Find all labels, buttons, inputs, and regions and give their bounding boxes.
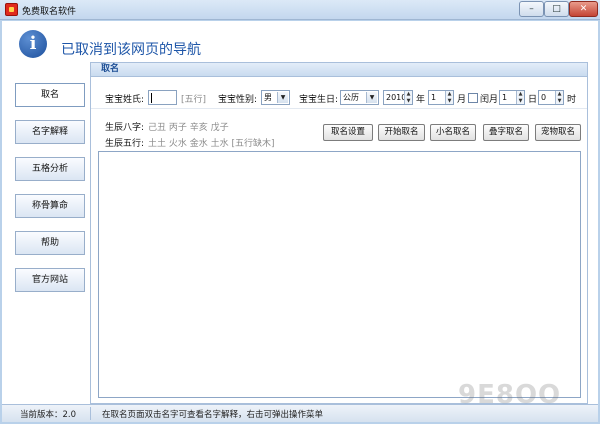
- hour-spinner[interactable]: 0 ▲ ▼: [538, 90, 564, 105]
- sidebar-item-naming[interactable]: 取名: [15, 83, 85, 107]
- wuxing-label: 生辰五行:: [105, 139, 145, 149]
- sidebar-item-five-grid-analysis[interactable]: 五格分析: [15, 157, 85, 181]
- month-spinner[interactable]: 1 ▲ ▼: [428, 90, 454, 105]
- input-row: 宝宝姓氏: [五行] 宝宝性别: 男 ▼ 宝宝生日: 公历 ▼ 2010 ▲ ▼ 年 1…: [91, 87, 587, 109]
- surname-input[interactable]: [148, 90, 177, 105]
- chevron-down-icon: ▼: [366, 92, 377, 103]
- spinner-arrows[interactable]: ▲ ▼: [445, 91, 453, 104]
- chevron-down-icon: ▼: [277, 92, 288, 103]
- calendar-select[interactable]: 公历 ▼: [340, 90, 379, 105]
- client-area: i 已取消到该网页的导航 取名 名字解释 五格分析 称骨算命 帮助 官方网站 取…: [2, 21, 598, 422]
- pet-naming-button[interactable]: 宠物取名: [535, 124, 581, 141]
- sidebar-item-bone-weight-fortune[interactable]: 称骨算命: [15, 194, 85, 218]
- title-bar: 免费取名软件 – □ ✕: [0, 0, 600, 20]
- start-naming-button[interactable]: 开始取名: [378, 124, 425, 141]
- sidebar-nav: 取名 名字解释 五格分析 称骨算命 帮助 官方网站: [15, 83, 85, 305]
- status-divider: [90, 407, 91, 420]
- month-unit: 月: [457, 95, 467, 105]
- wuxing-value: 土土 火水 金水 土水 [五行缺木]: [148, 139, 275, 149]
- day-spinner[interactable]: 1 ▲ ▼: [499, 90, 525, 105]
- day-unit: 日: [528, 95, 538, 105]
- status-hint: 在取名页面双击名字可查看名字解释，右击可弹出操作菜单: [102, 410, 324, 420]
- window-title: 免费取名软件: [22, 7, 77, 17]
- info-row: 生辰八字: 己丑 丙子 辛亥 戊子 生辰五行: 土土 火水 金水 土水 [五行缺…: [91, 117, 587, 151]
- bazi-value: 己丑 丙子 辛亥 戊子: [148, 123, 229, 133]
- banner-text: 已取消到该网页的导航: [61, 42, 201, 58]
- app-icon: [5, 3, 18, 16]
- gender-label: 宝宝性别:: [218, 95, 258, 105]
- info-icon: i: [19, 30, 47, 58]
- year-spinner[interactable]: 2010 ▲ ▼: [383, 90, 413, 105]
- minimize-button[interactable]: –: [519, 1, 544, 17]
- maximize-button[interactable]: □: [544, 1, 569, 17]
- spinner-arrows[interactable]: ▲ ▼: [516, 91, 524, 104]
- navigation-cancelled-banner: i 已取消到该网页的导航: [2, 21, 598, 59]
- gender-select[interactable]: 男 ▼: [261, 90, 290, 105]
- double-char-naming-button[interactable]: 叠字取名: [483, 124, 529, 141]
- leap-month-checkbox[interactable]: [468, 93, 478, 103]
- sidebar-item-name-explanation[interactable]: 名字解释: [15, 120, 85, 144]
- text-cursor: [151, 92, 152, 103]
- naming-settings-button[interactable]: 取名设置: [323, 124, 373, 141]
- naming-panel: 取名 宝宝姓氏: [五行] 宝宝性别: 男 ▼ 宝宝生日: 公历 ▼ 2010 ▲ ▼ …: [90, 62, 588, 404]
- version-label: 当前版本：2.0: [20, 410, 77, 420]
- leap-month-label: 闰月: [480, 95, 499, 105]
- birthday-label: 宝宝生日:: [299, 95, 339, 105]
- close-button[interactable]: ✕: [569, 1, 598, 17]
- panel-title: 取名: [91, 63, 587, 77]
- surname-label: 宝宝姓氏:: [105, 95, 145, 105]
- sidebar-item-help[interactable]: 帮助: [15, 231, 85, 255]
- spinner-arrows[interactable]: ▲ ▼: [404, 91, 412, 104]
- nickname-naming-button[interactable]: 小名取名: [430, 124, 476, 141]
- sidebar-item-official-site[interactable]: 官方网站: [15, 268, 85, 292]
- bazi-label: 生辰八字:: [105, 123, 145, 133]
- surname-wuxing-hint: [五行]: [181, 95, 207, 105]
- year-unit: 年: [416, 95, 426, 105]
- hour-unit: 时: [567, 95, 577, 105]
- watermark-logo: 9E8OO: [458, 380, 562, 410]
- spinner-arrows[interactable]: ▲ ▼: [555, 91, 563, 104]
- results-list[interactable]: [98, 151, 581, 398]
